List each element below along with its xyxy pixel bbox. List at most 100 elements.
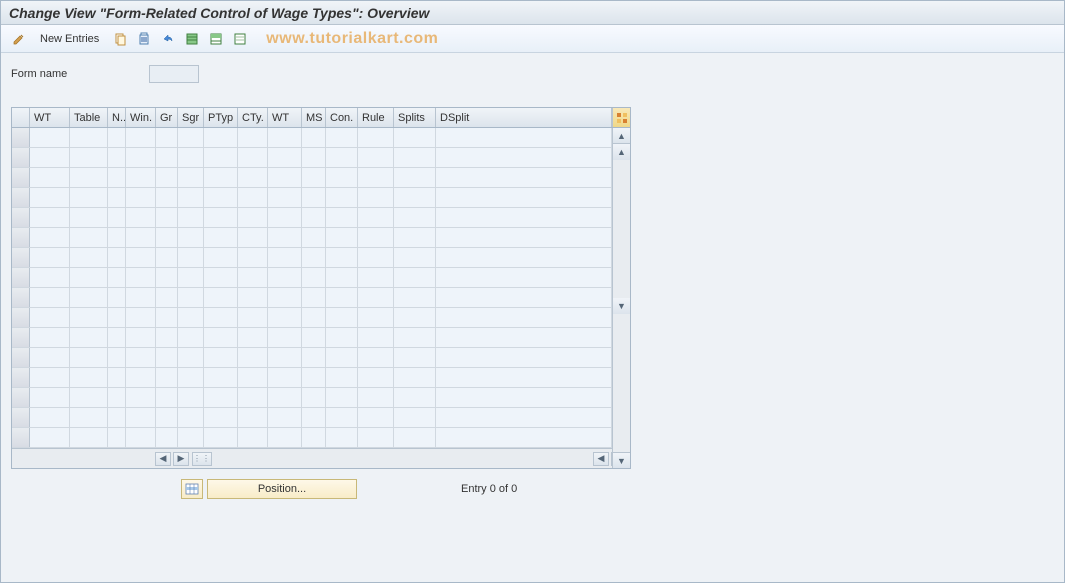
table-cell[interactable]	[108, 368, 126, 387]
table-cell[interactable]	[204, 408, 238, 427]
table-cell[interactable]	[178, 288, 204, 307]
table-cell[interactable]	[30, 248, 70, 267]
table-cell[interactable]	[436, 308, 612, 327]
undo-change-icon[interactable]	[158, 29, 178, 49]
table-cell[interactable]	[302, 348, 326, 367]
table-cell[interactable]	[30, 288, 70, 307]
table-cell[interactable]	[394, 148, 436, 167]
table-cell[interactable]	[394, 268, 436, 287]
table-cell[interactable]	[108, 188, 126, 207]
table-cell[interactable]	[326, 208, 358, 227]
table-cell[interactable]	[238, 248, 268, 267]
table-cell[interactable]	[70, 428, 108, 447]
table-cell[interactable]	[326, 268, 358, 287]
scroll-thumb-icon[interactable]: ⋮⋮	[192, 452, 212, 466]
column-header-wt[interactable]: WT	[30, 108, 70, 127]
table-cell[interactable]	[156, 128, 178, 147]
column-header-table[interactable]: Table	[70, 108, 108, 127]
table-select-all-corner[interactable]	[12, 108, 30, 127]
table-cell[interactable]	[302, 128, 326, 147]
table-cell[interactable]	[156, 168, 178, 187]
row-selector[interactable]	[12, 148, 30, 167]
table-cell[interactable]	[108, 288, 126, 307]
table-cell[interactable]	[30, 188, 70, 207]
table-cell[interactable]	[436, 188, 612, 207]
table-cell[interactable]	[436, 208, 612, 227]
table-cell[interactable]	[178, 228, 204, 247]
table-cell[interactable]	[268, 268, 302, 287]
table-cell[interactable]	[126, 348, 156, 367]
table-cell[interactable]	[238, 268, 268, 287]
table-cell[interactable]	[302, 248, 326, 267]
position-button[interactable]: Position...	[207, 479, 357, 499]
table-cell[interactable]	[156, 368, 178, 387]
table-cell[interactable]	[394, 368, 436, 387]
table-cell[interactable]	[394, 308, 436, 327]
table-cell[interactable]	[268, 308, 302, 327]
table-cell[interactable]	[70, 408, 108, 427]
table-cell[interactable]	[238, 188, 268, 207]
table-cell[interactable]	[436, 248, 612, 267]
table-cell[interactable]	[268, 168, 302, 187]
table-cell[interactable]	[394, 188, 436, 207]
table-cell[interactable]	[394, 228, 436, 247]
table-cell[interactable]	[302, 168, 326, 187]
table-cell[interactable]	[436, 408, 612, 427]
row-selector[interactable]	[12, 228, 30, 247]
table-cell[interactable]	[358, 168, 394, 187]
row-selector[interactable]	[12, 128, 30, 147]
table-cell[interactable]	[126, 208, 156, 227]
table-cell[interactable]	[268, 188, 302, 207]
table-cell[interactable]	[358, 428, 394, 447]
table-cell[interactable]	[108, 228, 126, 247]
table-cell[interactable]	[30, 228, 70, 247]
table-cell[interactable]	[436, 268, 612, 287]
scroll-right-icon[interactable]: ▶	[173, 452, 189, 466]
table-cell[interactable]	[156, 328, 178, 347]
table-cell[interactable]	[358, 188, 394, 207]
table-settings-icon[interactable]	[612, 108, 630, 127]
deselect-all-icon[interactable]	[230, 29, 250, 49]
table-cell[interactable]	[436, 388, 612, 407]
table-cell[interactable]	[70, 368, 108, 387]
table-cell[interactable]	[204, 308, 238, 327]
select-all-icon[interactable]	[182, 29, 202, 49]
table-cell[interactable]	[156, 208, 178, 227]
table-cell[interactable]	[436, 148, 612, 167]
table-cell[interactable]	[204, 348, 238, 367]
column-header-win[interactable]: Win.	[126, 108, 156, 127]
table-cell[interactable]	[108, 168, 126, 187]
table-cell[interactable]	[30, 348, 70, 367]
table-cell[interactable]	[70, 208, 108, 227]
table-cell[interactable]	[326, 328, 358, 347]
table-cell[interactable]	[108, 408, 126, 427]
table-cell[interactable]	[108, 328, 126, 347]
table-cell[interactable]	[204, 188, 238, 207]
table-cell[interactable]	[358, 408, 394, 427]
table-cell[interactable]	[126, 408, 156, 427]
table-cell[interactable]	[268, 148, 302, 167]
table-cell[interactable]	[156, 388, 178, 407]
table-cell[interactable]	[436, 328, 612, 347]
table-cell[interactable]	[156, 148, 178, 167]
table-cell[interactable]	[126, 188, 156, 207]
table-cell[interactable]	[326, 228, 358, 247]
table-cell[interactable]	[394, 388, 436, 407]
row-selector[interactable]	[12, 328, 30, 347]
table-cell[interactable]	[238, 388, 268, 407]
table-cell[interactable]	[326, 168, 358, 187]
table-cell[interactable]	[238, 148, 268, 167]
table-cell[interactable]	[268, 128, 302, 147]
table-cell[interactable]	[178, 368, 204, 387]
table-cell[interactable]	[178, 128, 204, 147]
table-cell[interactable]	[238, 348, 268, 367]
table-cell[interactable]	[70, 248, 108, 267]
row-selector[interactable]	[12, 368, 30, 387]
table-cell[interactable]	[204, 228, 238, 247]
table-cell[interactable]	[302, 288, 326, 307]
table-cell[interactable]	[238, 228, 268, 247]
table-cell[interactable]	[156, 248, 178, 267]
table-cell[interactable]	[126, 228, 156, 247]
scroll-down-icon-2[interactable]: ▼	[613, 298, 630, 314]
table-cell[interactable]	[268, 288, 302, 307]
